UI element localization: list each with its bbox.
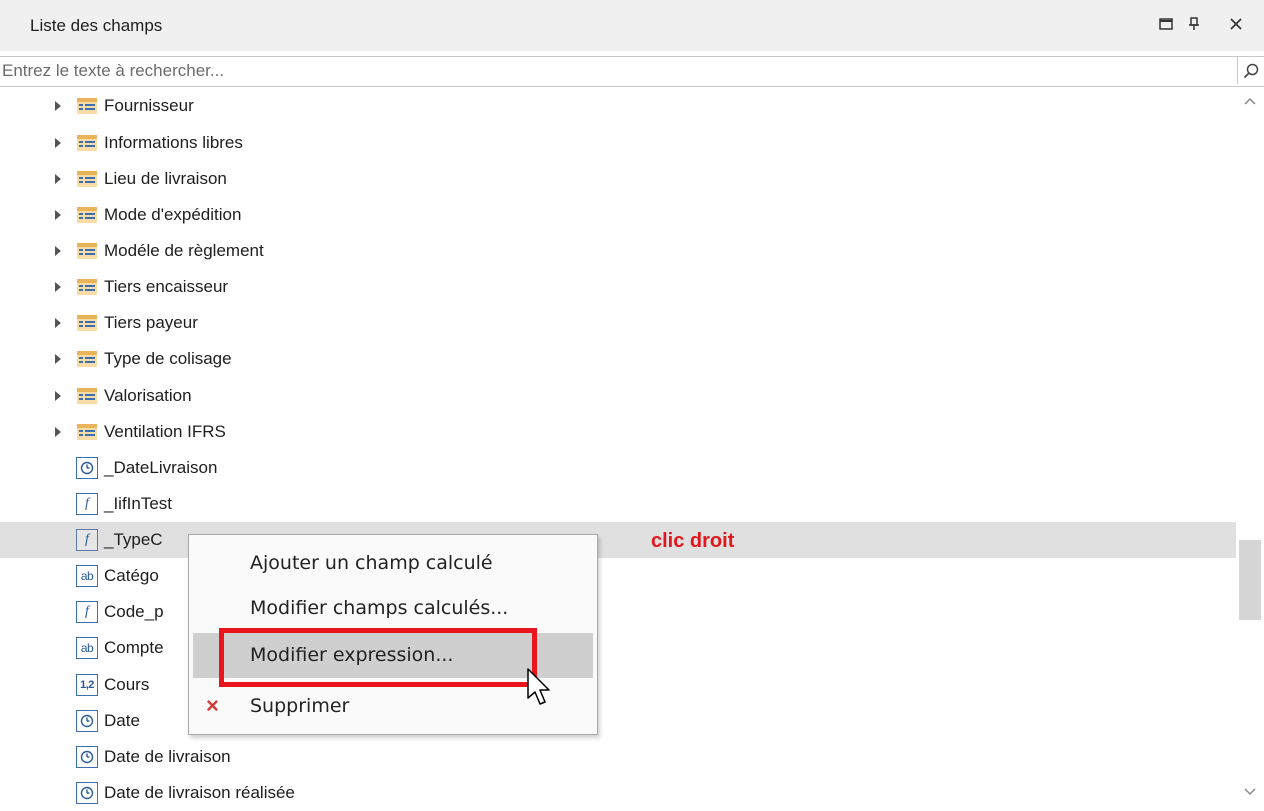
tree-item[interactable]: Date de livraison réalisée [0,775,1236,811]
scroll-up-icon[interactable] [1236,90,1264,112]
vertical-scrollbar[interactable] [1236,88,1264,805]
tree-item-label: Catégo [104,566,159,585]
table-icon [76,132,98,154]
menu-item-label: Modifier champs calculés... [250,597,509,619]
tree-item-label: Mode d'expédition [104,205,242,224]
field-tree: Fournisseur Informations libres Lieu de … [0,88,1236,805]
tree-item-label: Lieu de livraison [104,169,227,188]
tree-item[interactable]: Mode d'expédition [0,197,1236,233]
expand-arrow-icon[interactable] [55,138,61,148]
expand-arrow-icon[interactable] [55,354,61,364]
tree-item-label: Tiers payeur [104,313,198,332]
tree-item-label: _IifInTest [104,494,173,513]
panel-header: Liste des champs [0,0,1264,51]
function-icon: f [76,601,98,623]
tree-item-label: Code_p [104,602,164,621]
tree-item[interactable]: ab Catégo [0,558,1236,594]
table-icon [76,95,98,117]
tree-item[interactable]: Modéle de règlement [0,233,1236,269]
expand-arrow-icon[interactable] [55,174,61,184]
menu-item-add-calculated-field[interactable]: Ajouter un champ calculé [189,541,597,586]
tree-item[interactable]: ab Compte [0,630,1236,666]
tree-item[interactable]: Lieu de livraison [0,161,1236,197]
tree-item-label: Modéle de règlement [104,241,264,260]
maximize-icon[interactable] [1154,12,1178,36]
expand-arrow-icon[interactable] [55,101,61,111]
tree-item-label: Compte [104,638,164,657]
expand-arrow-icon[interactable] [55,282,61,292]
table-icon [76,348,98,370]
expand-arrow-icon[interactable] [55,318,61,328]
table-icon [76,276,98,298]
table-icon [76,312,98,334]
clock-icon [76,457,98,479]
panel-title: Liste des champs [30,16,163,35]
delete-x-icon: × [206,693,219,718]
tree-item[interactable]: Date [0,703,1236,739]
table-icon [76,385,98,407]
tree-item-label: Type de colisage [104,349,232,368]
number-field-icon: 1,2 [76,674,98,696]
function-icon: f [76,529,98,551]
text-field-icon: ab [76,637,98,659]
table-icon [76,421,98,443]
tree-item[interactable]: Tiers payeur [0,305,1236,341]
clock-icon [76,782,98,804]
tree-item-selected[interactable]: f _TypeC [0,522,1236,558]
tree-item-label: Date [104,711,140,730]
tree-item-label: Ventilation IFRS [104,422,226,441]
mouse-cursor-icon [527,668,553,715]
tree-item[interactable]: f Code_p [0,594,1236,630]
tree-item[interactable]: Date de livraison [0,739,1236,775]
tree-item-label: Valorisation [104,386,192,405]
tree-item-label: Fournisseur [104,96,194,115]
tree-item-label: _DateLivraison [104,458,218,477]
table-icon [76,240,98,262]
clock-icon [76,710,98,732]
annotation-text: clic droit [651,530,735,552]
tree-item-label: Date de livraison [104,747,231,766]
expand-arrow-icon[interactable] [55,210,61,220]
table-icon [76,204,98,226]
search-icon[interactable] [1237,57,1264,84]
expand-arrow-icon[interactable] [55,246,61,256]
expand-arrow-icon[interactable] [55,427,61,437]
tree-item[interactable]: f _IifInTest [0,486,1236,522]
menu-item-label: Ajouter un champ calculé [250,552,493,574]
tree-item[interactable]: Type de colisage [0,341,1236,377]
menu-item-label: Supprimer [250,695,350,717]
search-bar [0,56,1264,87]
clock-icon [76,746,98,768]
scrollbar-thumb[interactable] [1239,540,1261,620]
search-input[interactable] [0,57,1232,84]
close-icon[interactable] [1224,12,1248,36]
highlight-box [219,628,537,687]
tree-item[interactable]: Informations libres [0,125,1236,161]
tree-item[interactable]: Tiers encaisseur [0,269,1236,305]
tree-item[interactable]: _DateLivraison [0,450,1236,486]
scroll-down-icon[interactable] [1236,781,1264,803]
tree-item-label: Tiers encaisseur [104,277,229,296]
text-field-icon: ab [76,565,98,587]
tree-item[interactable]: Fournisseur [0,88,1236,124]
menu-item-edit-calculated-fields[interactable]: Modifier champs calculés... [189,586,597,631]
tree-item[interactable]: Ventilation IFRS [0,414,1236,450]
tree-item[interactable]: Valorisation [0,378,1236,414]
tree-item-label: Informations libres [104,133,243,152]
tree-item-label: _TypeC [104,530,163,549]
expand-arrow-icon[interactable] [55,391,61,401]
pin-icon[interactable] [1182,12,1206,36]
table-icon [76,168,98,190]
tree-item[interactable]: 1,2 Cours [0,667,1236,703]
tree-item-label: Cours [104,675,150,694]
function-icon: f [76,493,98,515]
tree-item-label: Date de livraison réalisée [104,783,295,802]
